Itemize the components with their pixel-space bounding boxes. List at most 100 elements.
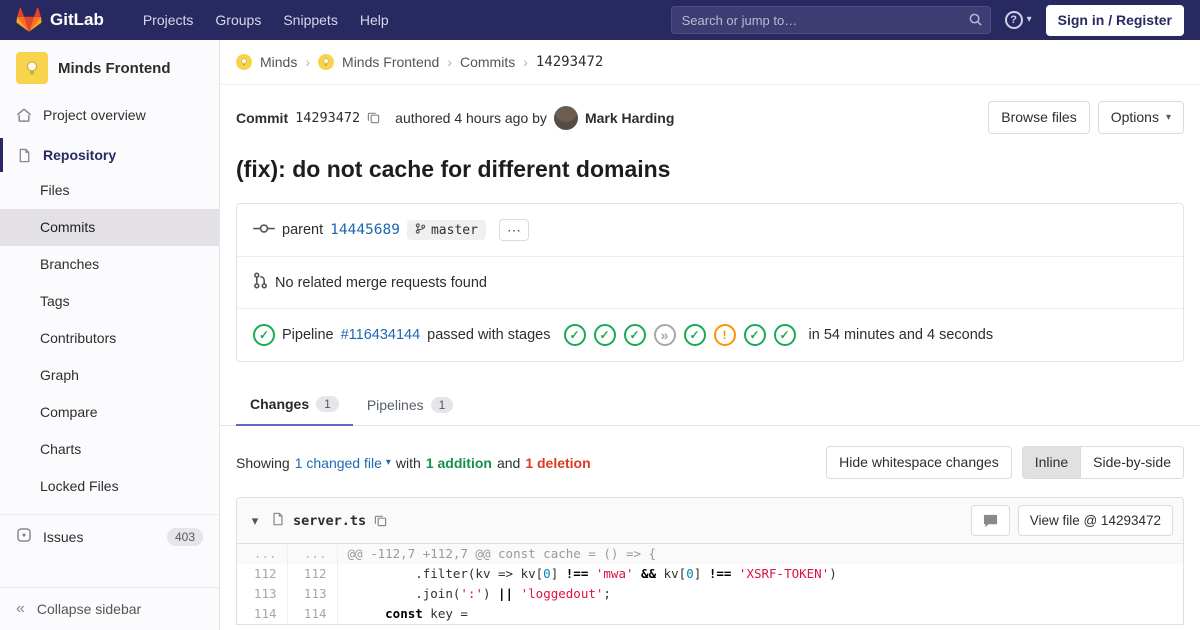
changes-count-badge: 1 (316, 396, 339, 412)
collapse-sidebar-button[interactable]: « Collapse sidebar (0, 587, 219, 630)
commit-icon (253, 222, 275, 239)
sidebar-item-files[interactable]: Files (0, 172, 219, 209)
line-number[interactable]: 113 (237, 584, 288, 604)
branch-ref-label[interactable]: master (406, 220, 486, 240)
line-number[interactable]: 113 (287, 584, 338, 604)
authored-text: authored 4 hours ago by (395, 109, 547, 126)
additions-count: 1 addition (425, 454, 492, 471)
stage-icon-passed[interactable]: ✓ (743, 324, 766, 346)
pipeline-status-icon[interactable]: ✓ (253, 324, 275, 346)
options-dropdown-button[interactable]: Options ▾ (1097, 101, 1184, 134)
line-number[interactable]: 114 (287, 604, 338, 624)
commit-info-box: parent 14445689 master ⋯ No related merg… (236, 203, 1184, 362)
repository-submenu: Files Commits Branches Tags Contributors… (0, 172, 219, 505)
breadcrumb: Minds › Minds Frontend › Commits › 14293… (220, 40, 1200, 85)
breadcrumb-separator: › (523, 54, 528, 70)
diff-table: ...... @@ -112,7 +112,7 @@ const cache = … (237, 544, 1183, 624)
view-file-button[interactable]: View file @ 14293472 (1017, 505, 1173, 536)
inline-view-button[interactable]: Inline (1021, 446, 1082, 479)
comment-icon (983, 514, 997, 528)
project-sidebar: Minds Frontend Project overview Reposito… (0, 40, 220, 630)
diff-line: 113 113 .join(':') || 'loggedout'; (237, 584, 1183, 604)
stage-icon-passed[interactable]: ✓ (593, 324, 616, 346)
author-avatar[interactable] (553, 105, 578, 130)
sidebar-item-commits[interactable]: Commits (0, 209, 219, 246)
stage-icon-skipped[interactable]: » (653, 324, 676, 346)
sidebar-item-issues[interactable]: Issues 403 (0, 515, 219, 558)
sidebar-item-graph[interactable]: Graph (0, 357, 219, 394)
gitlab-logo[interactable]: GitLab (16, 7, 104, 33)
sidebar-item-tags[interactable]: Tags (0, 283, 219, 320)
global-search (670, 6, 991, 34)
expand-refs-button[interactable]: ⋯ (498, 219, 529, 241)
breadcrumb-project-link[interactable]: Minds Frontend (342, 54, 439, 70)
sidebar-item-repository[interactable]: Repository (0, 138, 219, 172)
changes-bar: Showing 1 changed file ▾ with 1 addition… (220, 426, 1200, 479)
breadcrumb-sha: 14293472 (535, 54, 604, 70)
tab-pipelines[interactable]: Pipelines 1 (353, 384, 468, 426)
sign-in-button[interactable]: Sign in / Register (1045, 4, 1184, 36)
code-line: @@ -112,7 +112,7 @@ const cache = () => … (337, 544, 1183, 564)
line-number[interactable]: 112 (287, 564, 338, 584)
copy-file-path-icon[interactable] (374, 514, 387, 527)
stage-icon-passed[interactable]: ✓ (563, 324, 586, 346)
pipeline-link[interactable]: #116434144 (341, 327, 421, 343)
top-navbar: GitLab Projects Groups Snippets Help ? ▾… (0, 0, 1200, 40)
nav-item-help[interactable]: Help (349, 2, 400, 38)
line-number[interactable]: 112 (237, 564, 288, 584)
pipeline-duration: in 54 minutes and 4 seconds (808, 327, 994, 343)
commit-sha: 14293472 (295, 109, 361, 126)
sidebar-item-branches[interactable]: Branches (0, 246, 219, 283)
side-by-side-view-button[interactable]: Side-by-side (1081, 446, 1184, 479)
file-icon (271, 512, 285, 529)
commit-label: Commit (236, 109, 289, 126)
line-number[interactable]: ... (237, 544, 288, 564)
help-dropdown[interactable]: ? ▾ (1004, 11, 1032, 29)
main-menu: Projects Groups Snippets Help (132, 2, 400, 38)
group-avatar (236, 54, 252, 70)
brand-wordmark: GitLab (50, 10, 104, 29)
search-icon (968, 12, 983, 30)
pipeline-label: Pipeline (282, 327, 334, 343)
copy-sha-icon[interactable] (367, 111, 380, 124)
collapse-diff-caret[interactable]: ▾ (247, 513, 263, 529)
pipeline-row: ✓ Pipeline #116434144 passed with stages… (237, 308, 1183, 361)
issues-count-badge: 403 (166, 527, 203, 546)
parent-sha-link[interactable]: 14445689 (330, 222, 400, 238)
breadcrumb-group-link[interactable]: Minds (260, 54, 297, 70)
line-number[interactable]: 114 (237, 604, 288, 624)
breadcrumb-commits-link[interactable]: Commits (460, 54, 515, 70)
browse-files-button[interactable]: Browse files (988, 101, 1090, 134)
commit-meta-row: Commit 14293472 authored 4 hours ago by … (220, 85, 1200, 134)
stage-icon-warning[interactable]: ! (713, 324, 736, 346)
tab-changes[interactable]: Changes 1 (236, 384, 353, 426)
sidebar-item-project-overview[interactable]: Project overview (0, 98, 219, 132)
changed-files-dropdown[interactable]: 1 changed file ▾ (295, 455, 391, 471)
chevron-down-icon: ▾ (385, 456, 391, 468)
line-number[interactable]: ... (287, 544, 338, 564)
pipelines-count-badge: 1 (430, 397, 454, 413)
main-content: Minds › Minds Frontend › Commits › 14293… (220, 40, 1200, 630)
stage-icon-passed[interactable]: ✓ (623, 324, 646, 346)
nav-item-projects[interactable]: Projects (132, 2, 205, 38)
nav-item-snippets[interactable]: Snippets (272, 2, 348, 38)
repository-icon (16, 148, 32, 163)
nav-item-groups[interactable]: Groups (204, 2, 272, 38)
breadcrumb-separator: › (447, 54, 452, 70)
diff-file: ▾ server.ts View file @ 14293472 ...... @… (236, 497, 1184, 625)
sidebar-item-locked-files[interactable]: Locked Files (0, 468, 219, 505)
project-header[interactable]: Minds Frontend (0, 40, 219, 98)
sidebar-item-contributors[interactable]: Contributors (0, 320, 219, 357)
project-avatar (16, 52, 48, 84)
sidebar-item-compare[interactable]: Compare (0, 394, 219, 431)
sidebar-item-charts[interactable]: Charts (0, 431, 219, 468)
hide-whitespace-button[interactable]: Hide whitespace changes (826, 446, 1012, 479)
author-name-link[interactable]: Mark Harding (585, 110, 674, 126)
comment-button[interactable] (970, 505, 1010, 536)
diff-line: 114 114 const key = (237, 604, 1183, 624)
stage-icon-passed[interactable]: ✓ (773, 324, 796, 346)
search-input[interactable] (670, 6, 991, 34)
diff-view-toggle: Inline Side-by-side (1021, 446, 1184, 479)
stage-icon-passed[interactable]: ✓ (683, 324, 706, 346)
chevron-down-icon: ▾ (1026, 14, 1032, 25)
